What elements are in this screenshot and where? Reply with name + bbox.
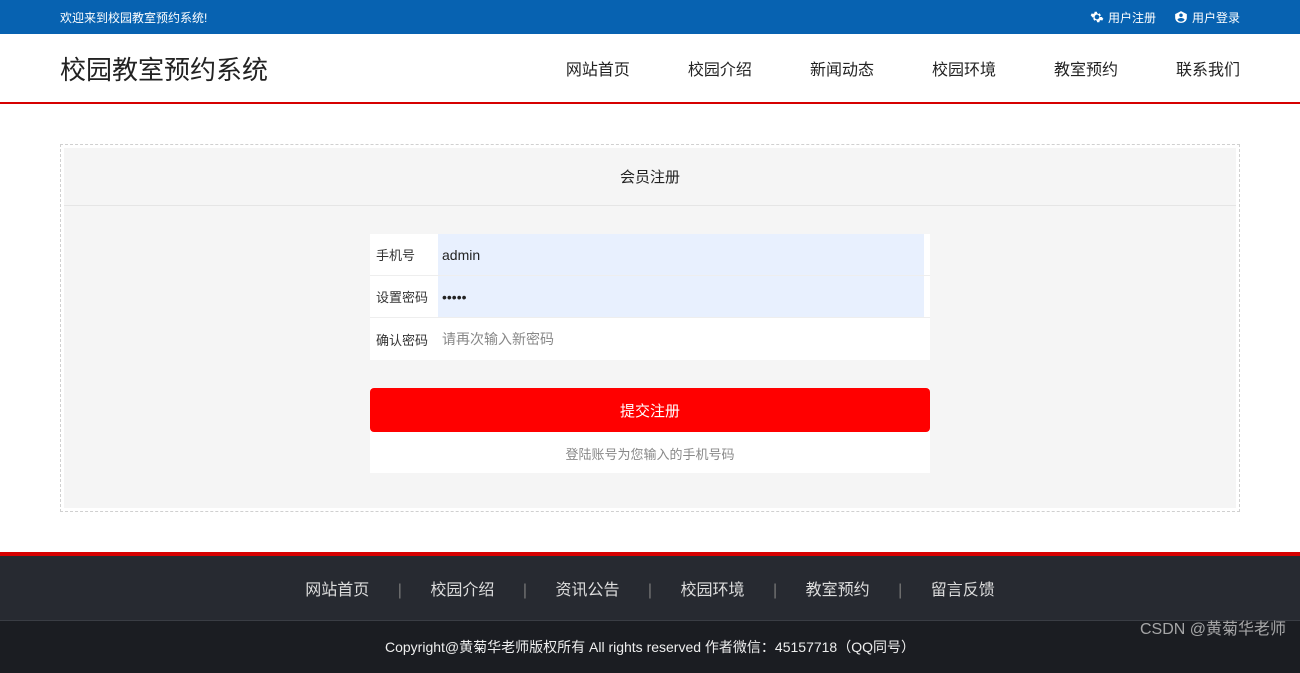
topbar-right: 用户注册 用户登录 <box>1090 9 1240 26</box>
password-label: 设置密码 <box>376 287 438 306</box>
submit-area: 提交注册 登陆账号为您输入的手机号码 <box>370 388 930 473</box>
user-icon <box>1174 10 1188 24</box>
separator: | <box>398 582 402 599</box>
login-link[interactable]: 用户登录 <box>1174 9 1240 26</box>
separator: | <box>898 582 902 599</box>
card-title: 会员注册 <box>64 148 1236 206</box>
footer-nav-home[interactable]: 网站首页 <box>305 582 369 599</box>
nav-environment[interactable]: 校园环境 <box>932 56 996 80</box>
copyright: Copyright@黄菊华老师版权所有 All rights reserved … <box>0 621 1300 673</box>
login-label: 用户登录 <box>1192 9 1240 26</box>
nav-contact[interactable]: 联系我们 <box>1176 56 1240 80</box>
confirm-row: 确认密码 <box>370 318 930 360</box>
logo: 校园教室预约系统 <box>60 50 268 87</box>
nav-booking[interactable]: 教室预约 <box>1054 56 1118 80</box>
footer-nav-intro[interactable]: 校园介绍 <box>430 582 494 599</box>
separator: | <box>773 582 777 599</box>
footer-nav-booking[interactable]: 教室预约 <box>806 582 870 599</box>
nav-home[interactable]: 网站首页 <box>566 56 630 80</box>
footer-nav-news[interactable]: 资讯公告 <box>555 582 619 599</box>
phone-label: 手机号 <box>376 245 438 264</box>
phone-row: 手机号 <box>370 234 930 276</box>
separator: | <box>648 582 652 599</box>
welcome-text: 欢迎来到校园教室预约系统! <box>60 9 207 26</box>
footer-nav: 网站首页 | 校园介绍 | 资讯公告 | 校园环境 | 教室预约 | 留言反馈 <box>0 556 1300 621</box>
footer-nav-env[interactable]: 校园环境 <box>681 582 745 599</box>
topbar: 欢迎来到校园教室预约系统! 用户注册 用户登录 <box>0 0 1300 34</box>
register-label: 用户注册 <box>1108 9 1156 26</box>
register-link[interactable]: 用户注册 <box>1090 9 1156 26</box>
password-input[interactable] <box>438 276 924 317</box>
confirm-label: 确认密码 <box>376 330 438 349</box>
header: 校园教室预约系统 网站首页 校园介绍 新闻动态 校园环境 教室预约 联系我们 <box>0 34 1300 104</box>
footer: 网站首页 | 校园介绍 | 资讯公告 | 校园环境 | 教室预约 | 留言反馈 … <box>0 556 1300 673</box>
password-row: 设置密码 <box>370 276 930 318</box>
form: 手机号 设置密码 确认密码 <box>370 234 930 360</box>
gear-icon <box>1090 10 1104 24</box>
nav-campus-intro[interactable]: 校园介绍 <box>688 56 752 80</box>
hint-text: 登陆账号为您输入的手机号码 <box>370 444 930 463</box>
separator: | <box>523 582 527 599</box>
main-content: 会员注册 手机号 设置密码 确认密码 提交注册 登陆账号为您输入 <box>0 104 1300 552</box>
footer-nav-feedback[interactable]: 留言反馈 <box>931 582 995 599</box>
card-inner: 会员注册 手机号 设置密码 确认密码 提交注册 登陆账号为您输入 <box>64 148 1236 508</box>
nav-news[interactable]: 新闻动态 <box>810 56 874 80</box>
confirm-input[interactable] <box>438 318 924 360</box>
phone-input[interactable] <box>438 234 924 275</box>
submit-button[interactable]: 提交注册 <box>370 388 930 432</box>
main-nav: 网站首页 校园介绍 新闻动态 校园环境 教室预约 联系我们 <box>566 56 1240 80</box>
register-card: 会员注册 手机号 设置密码 确认密码 提交注册 登陆账号为您输入 <box>60 144 1240 512</box>
